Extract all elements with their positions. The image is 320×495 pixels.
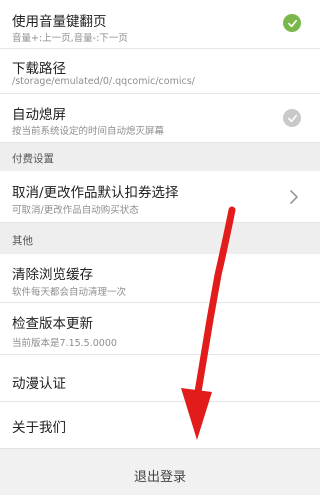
settings-screen: 使用音量键翻页 音量+:上一页,音量-:下一页 下载路径 /storage/em… [0, 0, 320, 495]
setting-anime-cert[interactable]: 动漫认证 [0, 355, 320, 402]
logout-button[interactable]: 退出登录 [0, 448, 320, 495]
setting-volume-page[interactable]: 使用音量键翻页 音量+:上一页,音量-:下一页 [0, 0, 320, 49]
setting-auto-screen-off[interactable]: 自动熄屏 按当前系统设定的时间自动熄灭屏幕 [0, 94, 320, 143]
logout-label: 退出登录 [133, 470, 186, 485]
setting-clear-cache[interactable]: 清除浏览缓存 软件每天都会自动清理一次 [0, 254, 320, 303]
setting-title: 关于我们 [12, 420, 66, 436]
setting-title: 取消/更改作品默认扣券选择 [12, 185, 179, 201]
setting-about[interactable]: 关于我们 [0, 402, 320, 448]
setting-title: 动漫认证 [12, 376, 66, 392]
section-title: 其他 [12, 235, 33, 247]
section-header-paid: 付费设置 [0, 143, 320, 171]
setting-subtitle: 可取消/更改作品自动购买状态 [12, 205, 139, 216]
setting-auto-buy[interactable]: 取消/更改作品默认扣券选择 可取消/更改作品自动购买状态 [0, 171, 320, 223]
setting-check-update[interactable]: 检查版本更新 当前版本是7.15.5.0000 [0, 303, 320, 355]
section-header-other: 其他 [0, 223, 320, 254]
chevron-right-icon [290, 190, 298, 204]
section-title: 付费设置 [12, 153, 54, 165]
check-toggle-on-icon[interactable] [283, 14, 301, 32]
setting-subtitle: 软件每天都会自动清理一次 [12, 287, 127, 298]
setting-subtitle: 当前版本是7.15.5.0000 [12, 338, 117, 349]
setting-download-path[interactable]: 下载路径 /storage/emulated/0/.qqcomic/comics… [0, 49, 320, 94]
check-toggle-off-icon[interactable] [283, 109, 301, 127]
setting-title: 下载路径 [12, 61, 66, 77]
setting-subtitle: 音量+:上一页,音量-:下一页 [12, 33, 128, 44]
setting-title: 使用音量键翻页 [12, 14, 107, 30]
setting-title: 自动熄屏 [12, 107, 66, 123]
setting-title: 检查版本更新 [12, 316, 93, 332]
setting-subtitle: 按当前系统设定的时间自动熄灭屏幕 [12, 126, 165, 137]
setting-title: 清除浏览缓存 [12, 267, 93, 283]
setting-subtitle: /storage/emulated/0/.qqcomic/comics/ [12, 76, 195, 87]
